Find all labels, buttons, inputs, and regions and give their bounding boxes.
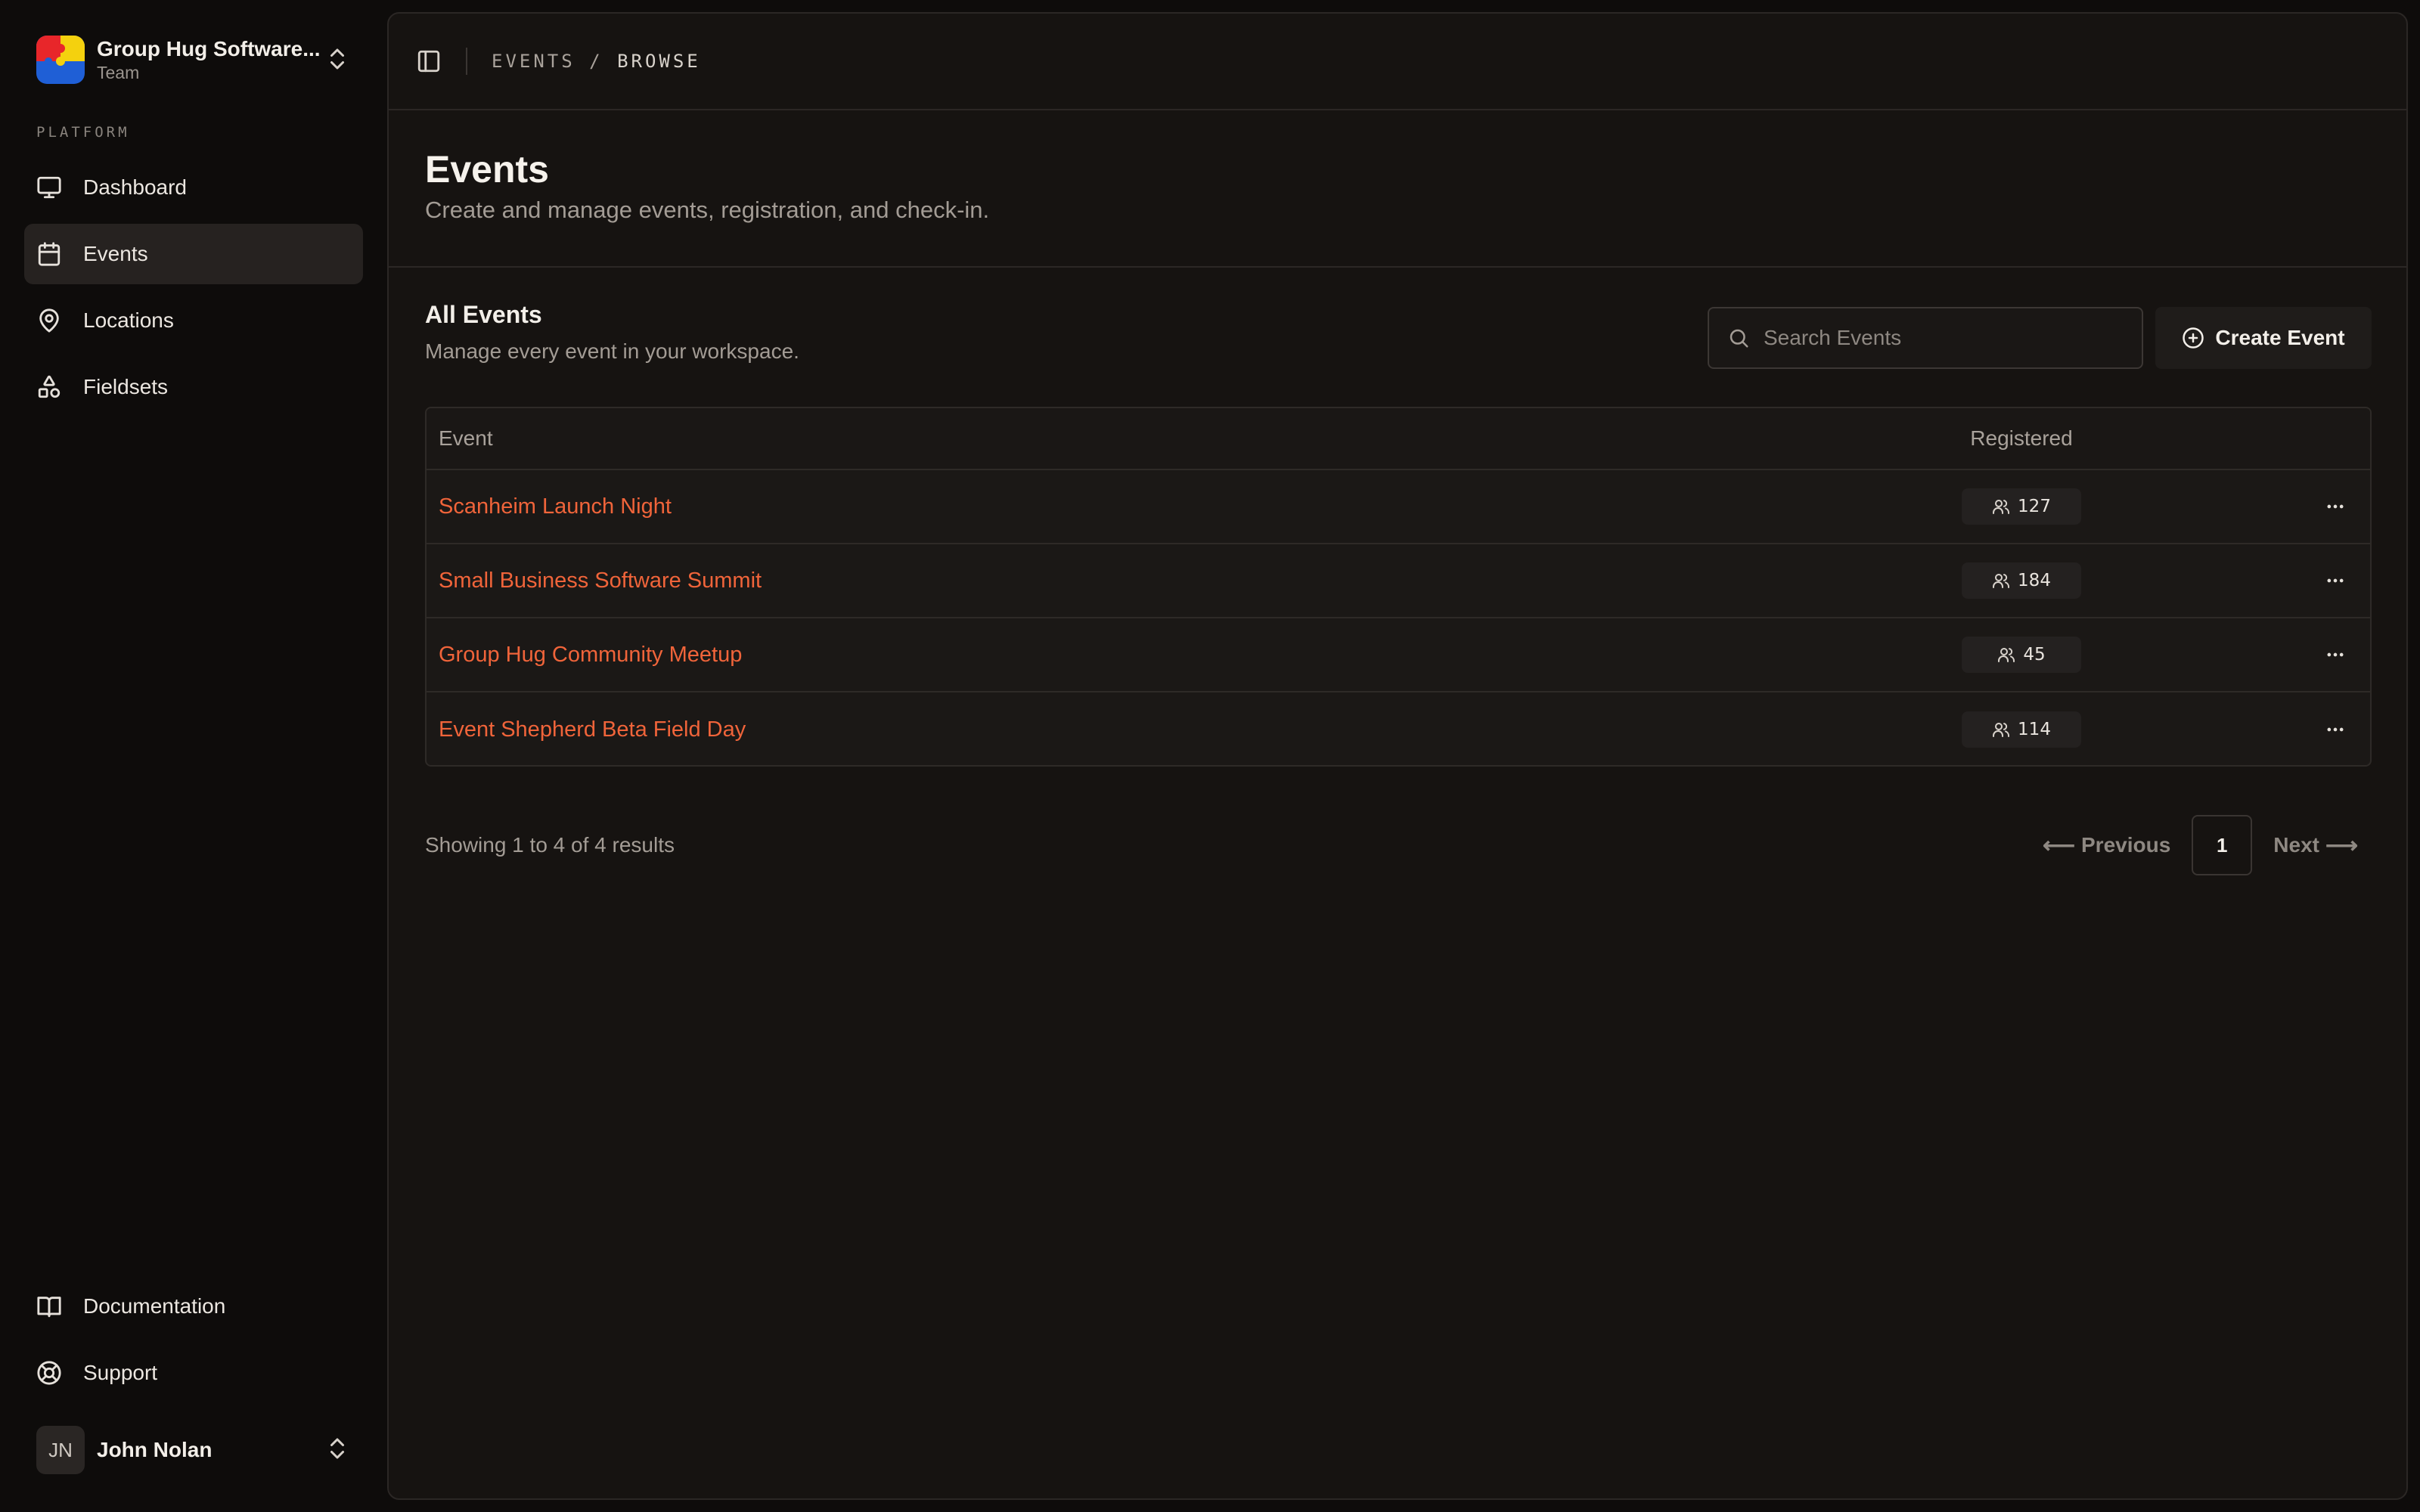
search-icon — [1727, 327, 1750, 349]
previous-label: Previous — [2081, 833, 2171, 857]
next-button[interactable]: Next ⟶ — [2273, 832, 2358, 859]
registered-badge: 114 — [1962, 711, 2081, 748]
event-link[interactable]: Small Business Software Summit — [439, 569, 762, 593]
sidebar: Group Hug Software... Team PLATFORM Dash… — [0, 0, 387, 1512]
avatar: JN — [36, 1426, 85, 1474]
next-label: Next — [2273, 833, 2319, 857]
table-row: Event Shepherd Beta Field Day 114 — [427, 692, 2370, 765]
sidebar-item-fieldsets[interactable]: Fieldsets — [24, 357, 363, 417]
map-pin-icon — [36, 308, 62, 333]
page-header: Events Create and manage events, registr… — [389, 110, 2406, 268]
more-actions-icon[interactable] — [2317, 488, 2353, 525]
section-label-platform: PLATFORM — [36, 124, 130, 141]
sidebar-item-label: Documentation — [83, 1294, 226, 1318]
registered-badge: 127 — [1962, 488, 2081, 525]
user-menu[interactable]: JN John Nolan — [36, 1424, 363, 1476]
workspace-switcher[interactable]: Group Hug Software... Team — [36, 35, 363, 85]
sidebar-item-events[interactable]: Events — [24, 224, 363, 284]
table-footer: Showing 1 to 4 of 4 results ⟵ Previous 1… — [425, 815, 2372, 875]
more-actions-icon[interactable] — [2317, 711, 2353, 748]
chevrons-up-down-icon — [324, 45, 351, 73]
book-icon — [36, 1294, 62, 1319]
table-header: Event Registered — [427, 408, 2370, 470]
table-row: Small Business Software Summit 184 — [427, 544, 2370, 618]
arrow-left-icon: ⟵ — [2042, 832, 2075, 858]
plus-circle-icon — [2182, 327, 2204, 349]
calendar-icon — [36, 241, 62, 267]
create-event-label: Create Event — [2215, 326, 2345, 349]
table-row: Scanheim Launch Night 127 — [427, 470, 2370, 544]
event-link[interactable]: Scanheim Launch Night — [439, 494, 672, 519]
registered-count: 45 — [2023, 645, 2046, 665]
topbar-divider — [466, 48, 467, 75]
registered-badge: 45 — [1962, 637, 2081, 673]
breadcrumb-section[interactable]: EVENTS — [492, 51, 576, 72]
breadcrumb-separator: / — [589, 51, 603, 72]
sidebar-item-label: Fieldsets — [83, 375, 169, 398]
page-title: Events — [425, 148, 549, 191]
event-link[interactable]: Event Shepherd Beta Field Day — [439, 717, 746, 742]
sidebar-item-label: Locations — [83, 308, 174, 332]
sidebar-item-support[interactable]: Support — [24, 1343, 363, 1403]
breadcrumb-current: BROWSE — [617, 51, 701, 72]
registered-count: 127 — [2018, 497, 2051, 516]
registered-badge: 184 — [1962, 562, 2081, 599]
arrow-right-icon: ⟶ — [2325, 832, 2358, 858]
user-name: John Nolan — [97, 1438, 213, 1461]
create-event-button[interactable]: Create Event — [2155, 307, 2372, 369]
main-panel: EVENTS / BROWSE Events Create and manage… — [387, 12, 2408, 1500]
table-row: Group Hug Community Meetup 45 — [427, 618, 2370, 692]
card-header: All Events Manage every event in your wo… — [425, 301, 799, 364]
sidebar-item-dashboard[interactable]: Dashboard — [24, 157, 363, 218]
card-subtitle: Manage every event in your workspace. — [425, 339, 799, 363]
users-icon — [1997, 646, 2015, 664]
workspace-logo-icon — [36, 36, 85, 84]
previous-button[interactable]: ⟵ Previous — [2043, 832, 2170, 859]
top-bar: EVENTS / BROWSE — [389, 14, 2406, 110]
column-header-registered: Registered — [1970, 426, 2073, 450]
users-icon — [1992, 497, 2010, 516]
more-actions-icon[interactable] — [2317, 637, 2353, 673]
sidebar-item-label: Events — [83, 242, 148, 265]
page-number-button[interactable]: 1 — [2192, 815, 2253, 875]
monitor-icon — [36, 175, 62, 200]
more-actions-icon[interactable] — [2317, 562, 2353, 599]
registered-count: 114 — [2018, 720, 2051, 739]
pagination: ⟵ Previous 1 Next ⟶ — [2043, 815, 2372, 875]
sidebar-item-locations[interactable]: Locations — [24, 290, 363, 351]
shapes-icon — [36, 374, 62, 400]
sidebar-item-label: Support — [83, 1361, 158, 1384]
event-link[interactable]: Group Hug Community Meetup — [439, 643, 742, 668]
sidebar-toggle-icon[interactable] — [416, 48, 442, 74]
users-icon — [1992, 572, 2010, 590]
column-header-event: Event — [439, 426, 493, 450]
results-summary: Showing 1 to 4 of 4 results — [425, 833, 675, 857]
page-subtitle: Create and manage events, registration, … — [425, 197, 990, 223]
chevrons-up-down-icon — [324, 1435, 351, 1462]
search-box[interactable] — [1708, 307, 2143, 369]
search-input[interactable] — [1764, 326, 2127, 350]
sidebar-item-documentation[interactable]: Documentation — [24, 1276, 363, 1337]
registered-count: 184 — [2018, 571, 2051, 590]
breadcrumb: EVENTS / BROWSE — [492, 51, 701, 72]
users-icon — [1992, 720, 2010, 739]
events-table: Event Registered Scanheim Launch Night 1… — [425, 407, 2372, 767]
card-title: All Events — [425, 301, 542, 328]
lifebuoy-icon — [36, 1360, 62, 1386]
sidebar-item-label: Dashboard — [83, 175, 187, 199]
